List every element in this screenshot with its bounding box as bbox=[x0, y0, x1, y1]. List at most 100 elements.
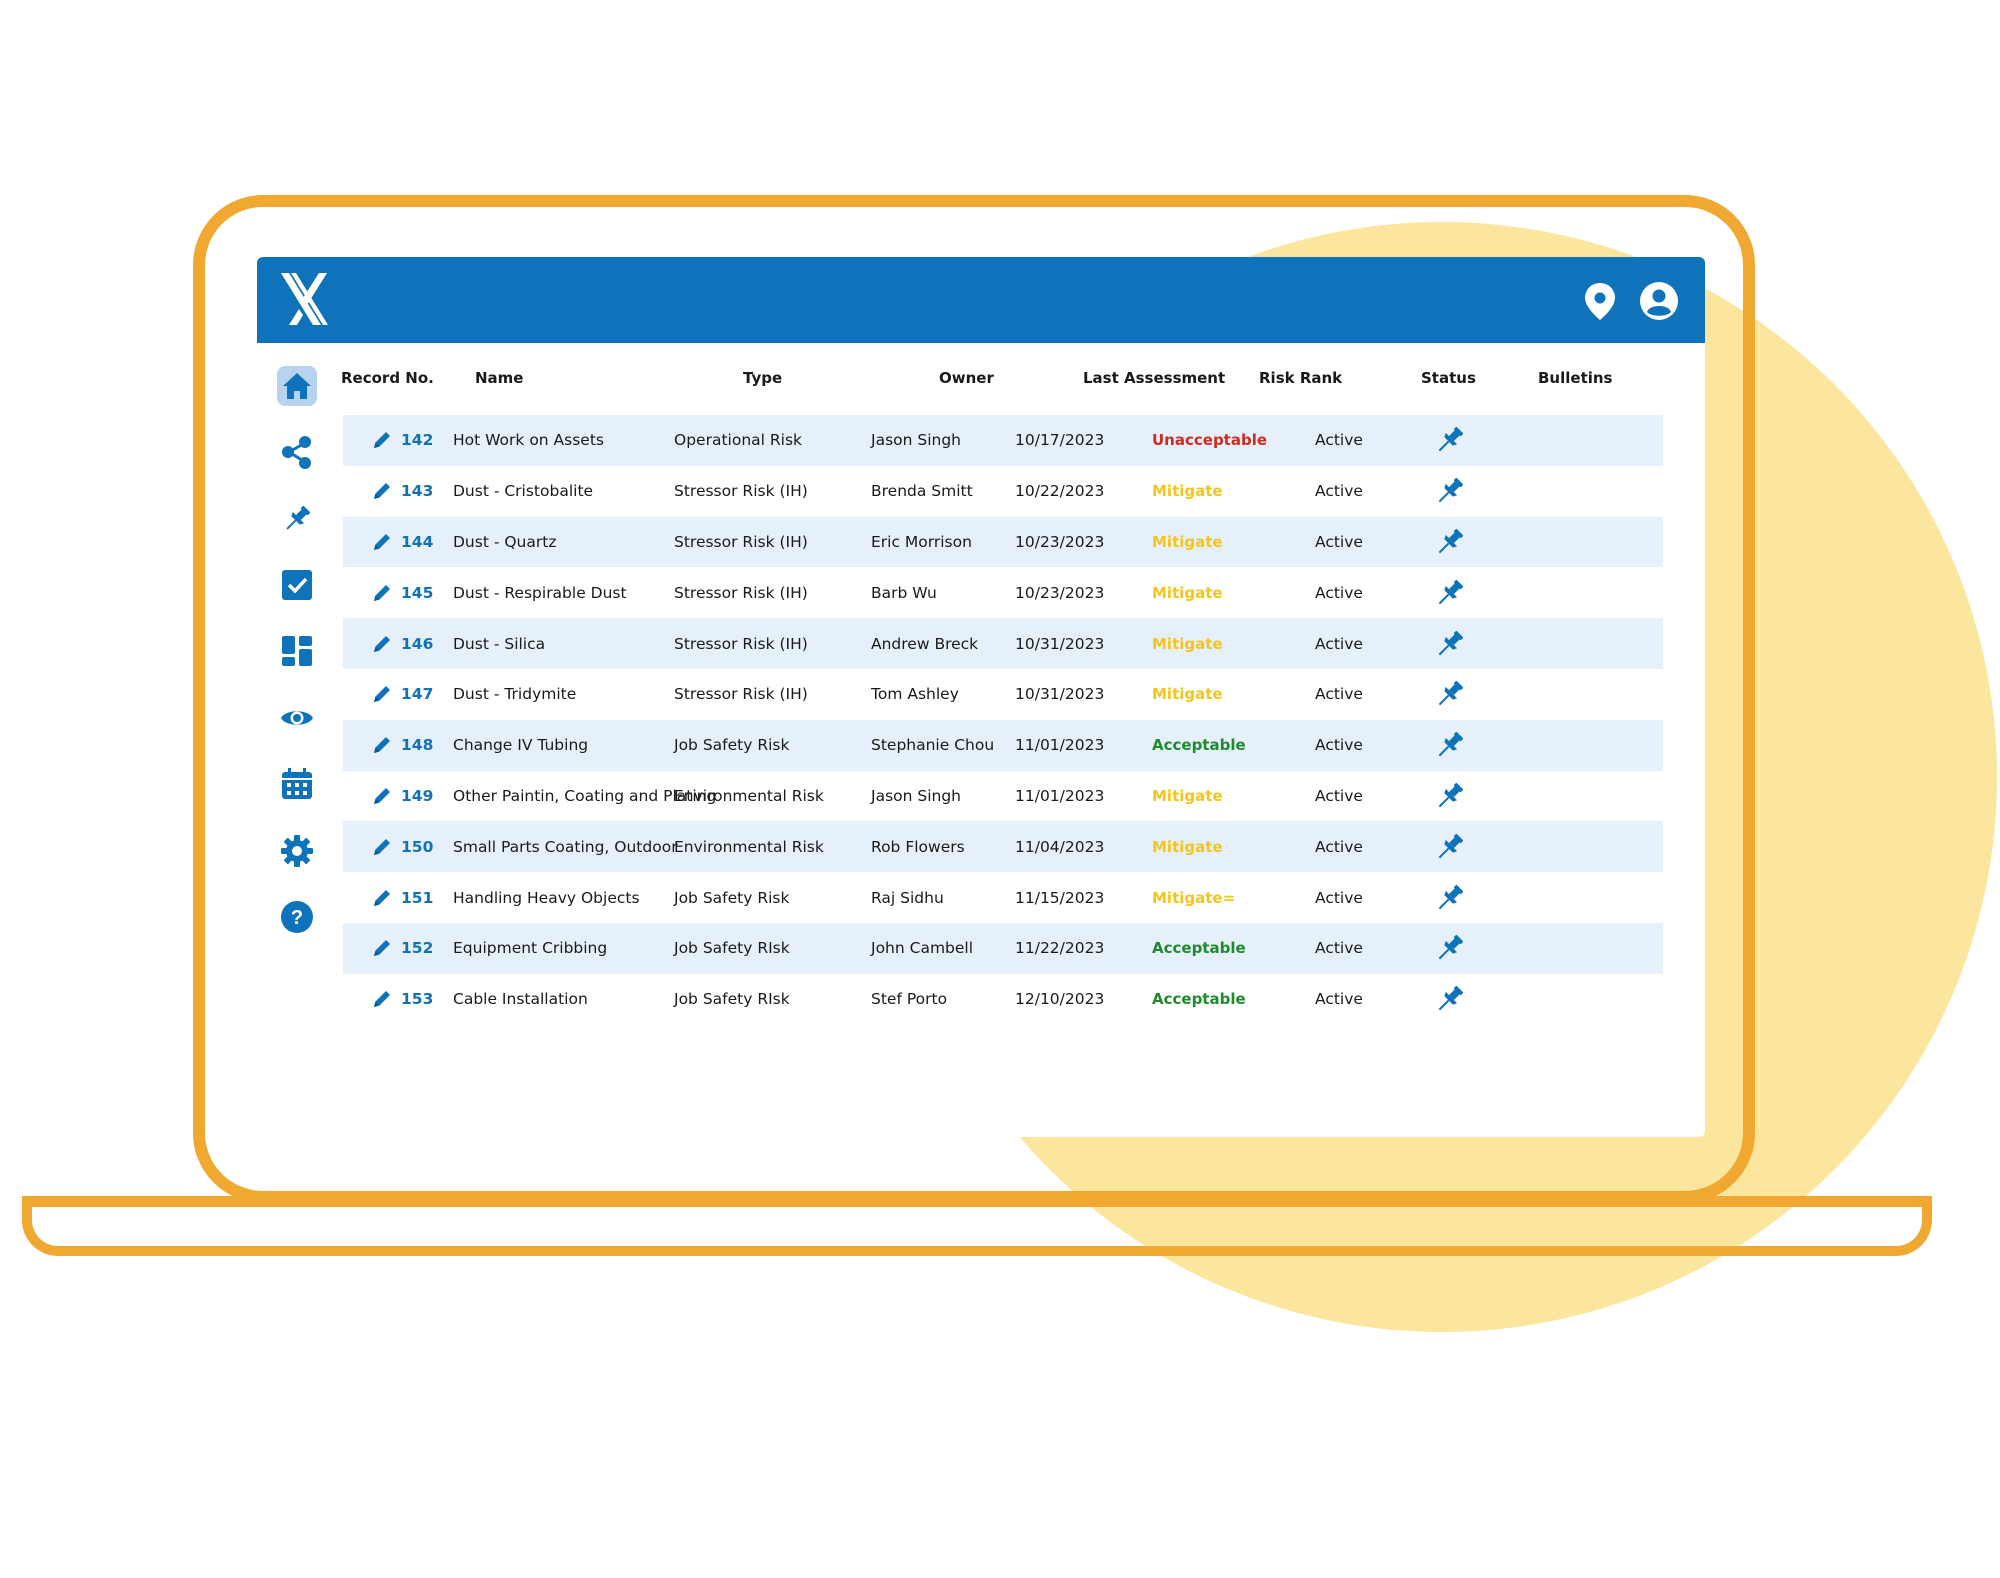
pencil-edit-icon[interactable] bbox=[371, 480, 393, 502]
pushpin-icon[interactable] bbox=[1433, 982, 1467, 1016]
pushpin-icon[interactable] bbox=[1433, 423, 1467, 457]
pushpin-icon[interactable] bbox=[1433, 779, 1467, 813]
table-row[interactable]: 142 Hot Work on Assets Operational Risk Jas… bbox=[343, 415, 1663, 466]
risk-rank-cell: Acceptable bbox=[1152, 939, 1246, 958]
pushpin-icon[interactable] bbox=[1433, 576, 1467, 610]
record-number-link[interactable]: 147 bbox=[401, 685, 433, 703]
type-cell: Job Safety Risk bbox=[674, 888, 790, 907]
status-cell: Active bbox=[1315, 583, 1363, 602]
status-cell: Active bbox=[1315, 786, 1363, 805]
table-row[interactable]: 150 Small Parts Coating, Outdoor Environme… bbox=[343, 821, 1663, 873]
bulletins-cell bbox=[1433, 669, 1467, 720]
pencil-edit-icon[interactable] bbox=[371, 937, 393, 959]
last-assessment-cell: 11/04/2023 bbox=[1015, 837, 1105, 856]
column-header-status[interactable]: Status bbox=[1421, 369, 1476, 387]
risk-rank-cell: Mitigate bbox=[1152, 583, 1223, 602]
pencil-edit-icon[interactable] bbox=[371, 836, 393, 858]
home-icon bbox=[283, 373, 311, 399]
pushpin-icon[interactable] bbox=[1433, 677, 1467, 711]
last-assessment-cell: 10/22/2023 bbox=[1015, 482, 1105, 501]
column-header-bulletins[interactable]: Bulletins bbox=[1538, 369, 1613, 387]
pushpin-icon[interactable] bbox=[1433, 931, 1467, 965]
sidebar-item-share[interactable] bbox=[277, 432, 317, 472]
status-cell: Active bbox=[1315, 736, 1363, 755]
record-number-link[interactable]: 150 bbox=[401, 838, 433, 856]
table-row[interactable]: 147 Dust - Tridymite Stressor Risk (IH) Tom… bbox=[343, 669, 1663, 720]
record-number-link[interactable]: 142 bbox=[401, 431, 433, 449]
calendar-icon bbox=[282, 768, 312, 799]
table-row[interactable]: 149 Other Paintin, Coating and Plating Env… bbox=[343, 771, 1663, 822]
column-header-owner[interactable]: Owner bbox=[939, 369, 994, 387]
table-row[interactable]: 152 Equipment Cribbing Job Safety RIsk John… bbox=[343, 922, 1663, 974]
record-cell: 147 bbox=[371, 669, 433, 720]
last-assessment-cell: 12/10/2023 bbox=[1015, 990, 1105, 1009]
table-row[interactable]: 148 Change IV Tubing Job Safety Risk Stepha… bbox=[343, 719, 1663, 771]
name-cell: Dust - Respirable Dust bbox=[453, 583, 627, 602]
name-cell: Dust - Tridymite bbox=[453, 685, 577, 704]
bulletins-cell bbox=[1433, 821, 1467, 872]
column-header-last-assessment[interactable]: Last Assessment bbox=[1083, 369, 1225, 387]
pencil-edit-icon[interactable] bbox=[371, 683, 393, 705]
pencil-edit-icon[interactable] bbox=[371, 582, 393, 604]
sidebar-item-dashboard[interactable] bbox=[277, 631, 317, 671]
sidebar-item-home[interactable] bbox=[277, 366, 317, 406]
pushpin-icon[interactable] bbox=[1433, 728, 1467, 762]
record-number-link[interactable]: 148 bbox=[401, 736, 433, 754]
column-header-record[interactable]: Record No. bbox=[341, 369, 434, 387]
dashboard-icon bbox=[282, 636, 312, 666]
user-account-icon[interactable] bbox=[1639, 281, 1679, 321]
sidebar-item-settings[interactable] bbox=[277, 831, 317, 871]
table-row[interactable]: 151 Handling Heavy Objects Job Safety Risk… bbox=[343, 872, 1663, 923]
record-number-link[interactable]: 151 bbox=[401, 889, 433, 907]
record-number-link[interactable]: 149 bbox=[401, 787, 433, 805]
app-window: ? Record No. Name Type Owner Last Assess… bbox=[257, 257, 1705, 1137]
pencil-edit-icon[interactable] bbox=[371, 734, 393, 756]
name-cell: Dust - Cristobalite bbox=[453, 482, 594, 501]
column-header-risk-rank[interactable]: Risk Rank bbox=[1259, 369, 1342, 387]
owner-cell: Brenda Smitt bbox=[871, 482, 973, 501]
table-row[interactable]: 153 Cable Installation Job Safety RIsk Stef… bbox=[343, 974, 1663, 1025]
column-header-type[interactable]: Type bbox=[743, 369, 782, 387]
name-cell: Change IV Tubing bbox=[453, 736, 589, 755]
record-number-link[interactable]: 144 bbox=[401, 533, 433, 551]
record-number-link[interactable]: 145 bbox=[401, 584, 433, 602]
sidebar-item-tasks[interactable] bbox=[277, 565, 317, 605]
table-row[interactable]: 145 Dust - Respirable Dust Stressor Risk (… bbox=[343, 567, 1663, 618]
record-number-link[interactable]: 152 bbox=[401, 939, 433, 957]
pushpin-icon[interactable] bbox=[1433, 525, 1467, 559]
sidebar-item-help[interactable]: ? bbox=[277, 897, 317, 937]
top-bar bbox=[257, 257, 1705, 343]
location-pin-icon[interactable] bbox=[1580, 281, 1620, 321]
pushpin-icon[interactable] bbox=[1433, 830, 1467, 864]
record-cell: 143 bbox=[371, 466, 433, 517]
table-body: 142 Hot Work on Assets Operational Risk Jas… bbox=[343, 415, 1663, 1025]
x-logo-icon[interactable] bbox=[279, 271, 329, 327]
table-header: Record No. Name Type Owner Last Assessme… bbox=[341, 369, 1641, 409]
pencil-edit-icon[interactable] bbox=[371, 633, 393, 655]
pushpin-icon[interactable] bbox=[1433, 627, 1467, 661]
record-cell: 148 bbox=[371, 720, 433, 771]
record-number-link[interactable]: 143 bbox=[401, 482, 433, 500]
last-assessment-cell: 10/23/2023 bbox=[1015, 532, 1105, 551]
pencil-edit-icon[interactable] bbox=[371, 785, 393, 807]
sidebar-item-calendar[interactable] bbox=[277, 764, 317, 804]
bulletins-cell bbox=[1433, 771, 1467, 822]
pencil-edit-icon[interactable] bbox=[371, 988, 393, 1010]
sidebar-item-bulletins[interactable] bbox=[277, 499, 317, 539]
bulletins-cell bbox=[1433, 415, 1467, 466]
record-number-link[interactable]: 153 bbox=[401, 990, 433, 1008]
table-row[interactable]: 143 Dust - Cristobalite Stressor Risk (IH)… bbox=[343, 466, 1663, 517]
owner-cell: Rob Flowers bbox=[871, 837, 965, 856]
owner-cell: Jason Singh bbox=[871, 431, 962, 450]
table-row[interactable]: 146 Dust - Silica Stressor Risk (IH) Andrew… bbox=[343, 618, 1663, 669]
table-row[interactable]: 144 Dust - Quartz Stressor Risk (IH) Eric M… bbox=[343, 516, 1663, 568]
owner-cell: Stephanie Chou bbox=[871, 736, 995, 755]
pencil-edit-icon[interactable] bbox=[371, 429, 393, 451]
pencil-edit-icon[interactable] bbox=[371, 887, 393, 909]
sidebar-item-view[interactable] bbox=[277, 698, 317, 738]
record-number-link[interactable]: 146 bbox=[401, 635, 433, 653]
pushpin-icon[interactable] bbox=[1433, 881, 1467, 915]
pencil-edit-icon[interactable] bbox=[371, 531, 393, 553]
column-header-name[interactable]: Name bbox=[475, 369, 523, 387]
pushpin-icon[interactable] bbox=[1433, 474, 1467, 508]
